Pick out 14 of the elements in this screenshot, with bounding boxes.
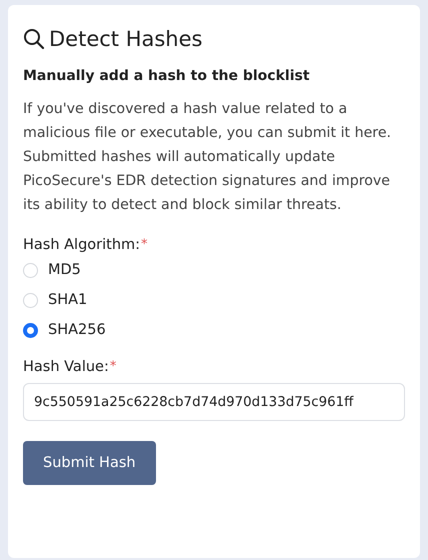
description-text: If you've discovered a hash value related to a malicious file or executable, you can submit it here. Submitted hashes will automatically update PicoSecure's EDR detection signatures and improve its ability to detect and block similar threats. [23,100,392,215]
submit-button[interactable]: Submit Hash [23,441,156,485]
option-label: SHA1 [48,292,88,308]
hash-input-field[interactable]: 9c550591a25c6228cb7d74d970d133d75c961ff [23,383,405,421]
panel-title: Detect Hashes [49,27,202,51]
search-icon [23,28,45,50]
option-label: SHA256 [48,322,106,338]
option-label: MD5 [48,262,81,278]
field-label: Hash Algorithm: [23,237,140,253]
required-mark: * [141,237,148,253]
section-heading: Manually add a hash to the blocklist [23,68,311,84]
required-mark: * [110,359,116,375]
radio-button[interactable] [23,322,38,338]
field-label: Hash Value: [23,359,109,375]
